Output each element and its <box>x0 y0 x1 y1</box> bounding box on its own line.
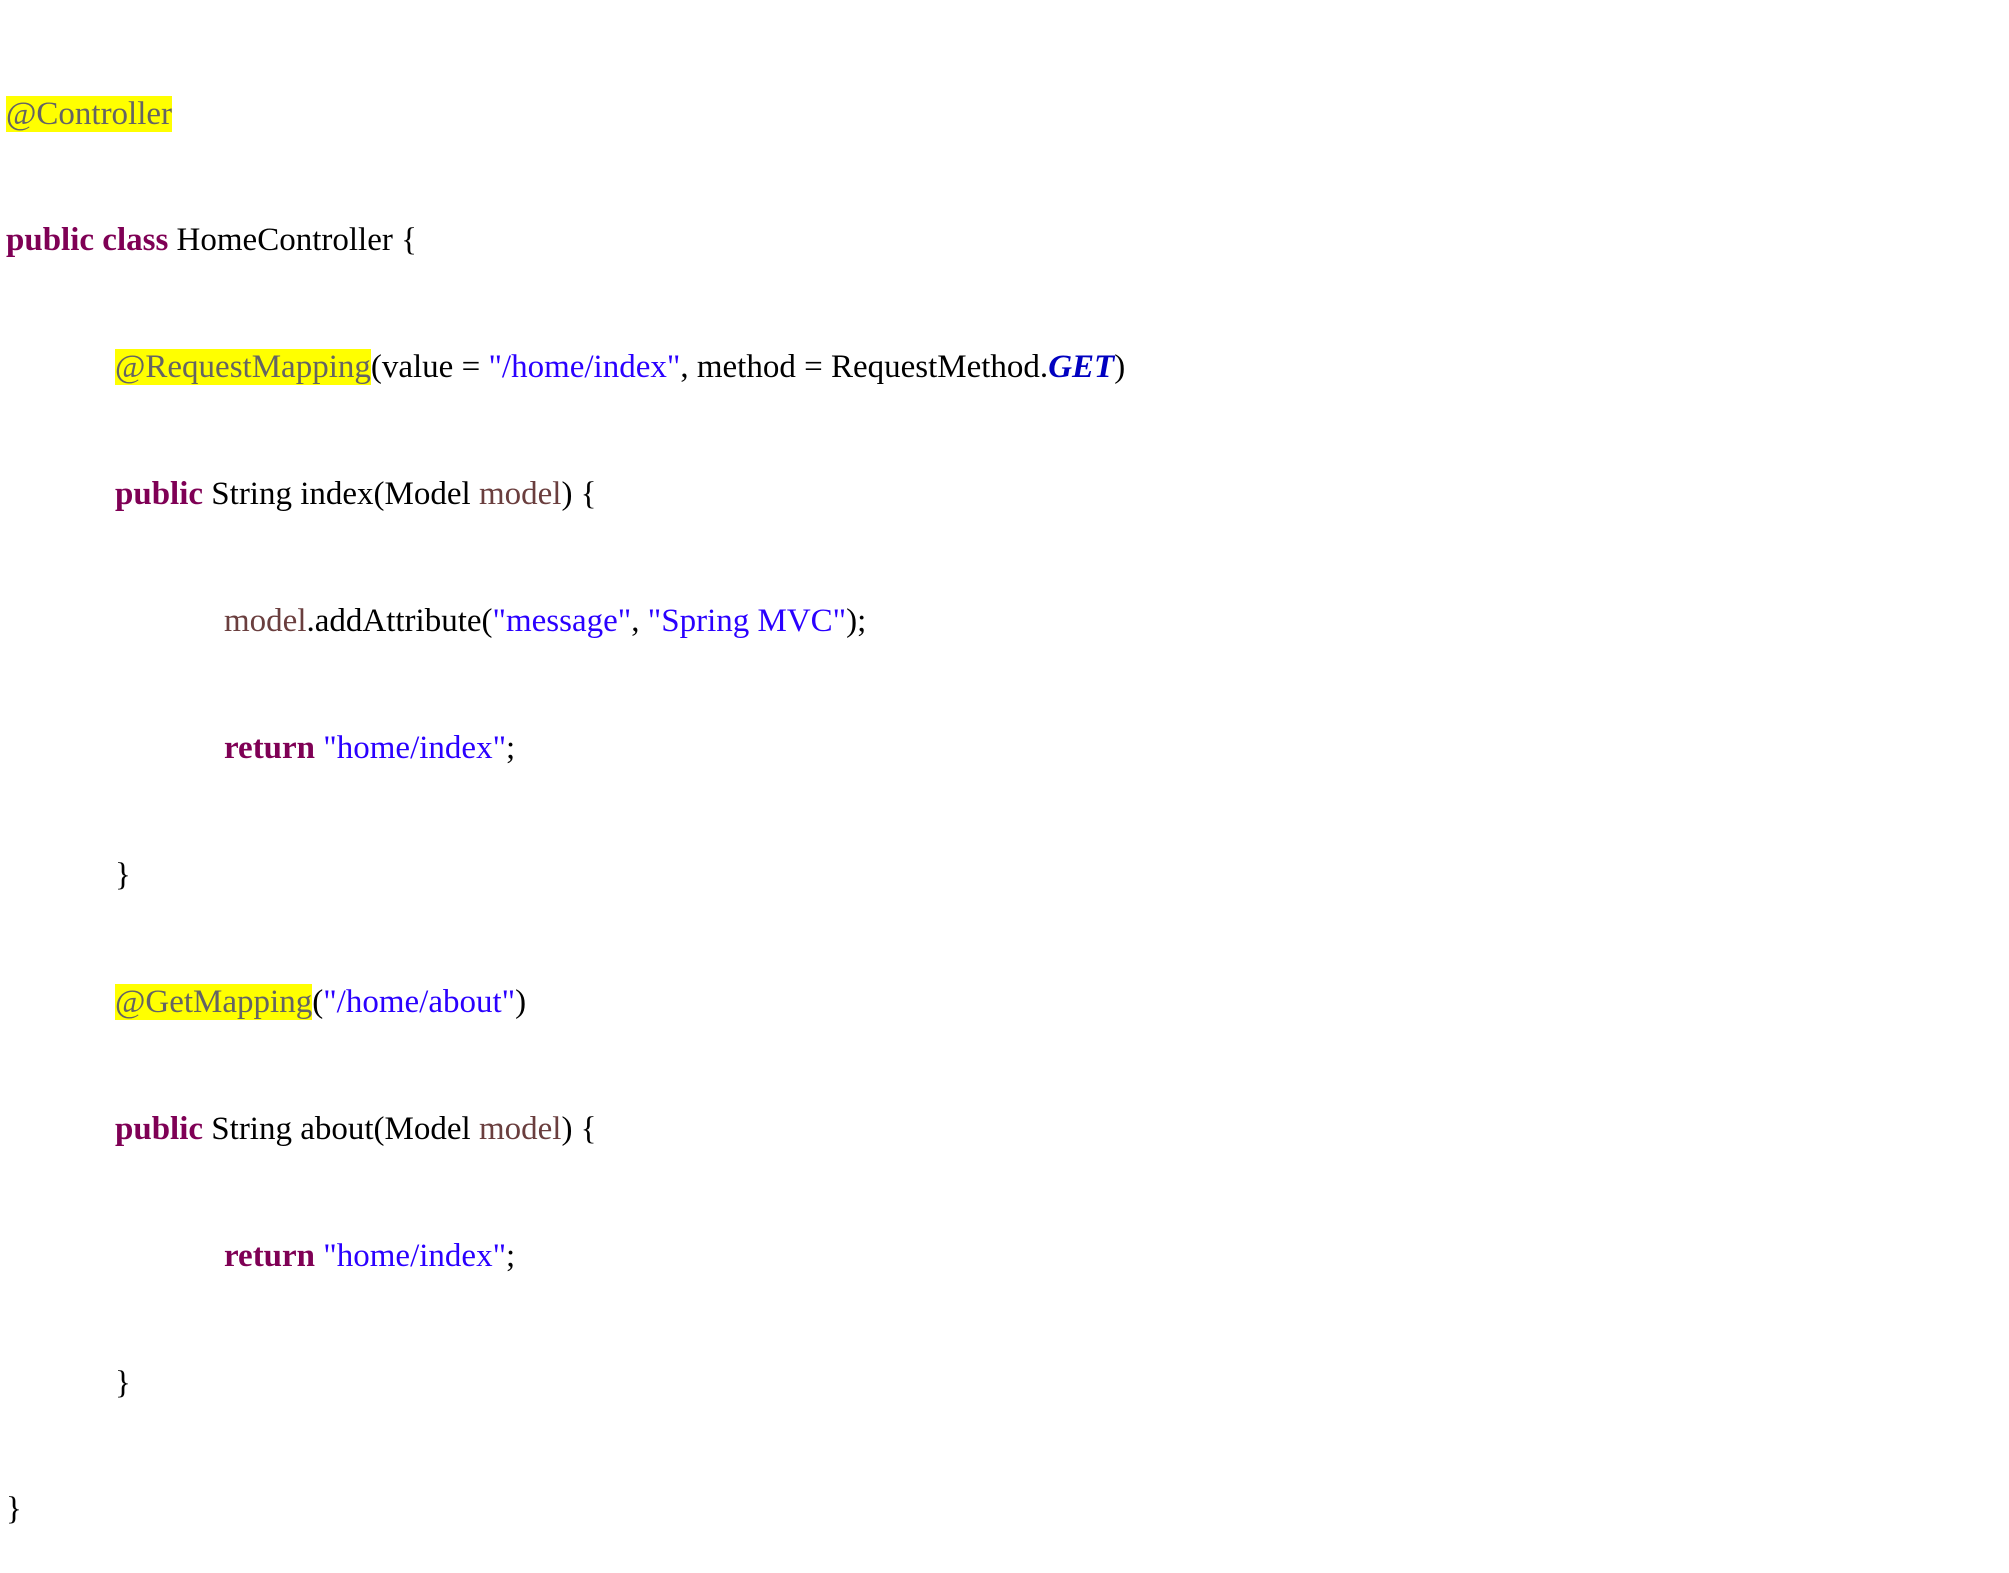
enum-constant: GET <box>1048 349 1115 386</box>
code-text: , <box>631 603 648 640</box>
string-literal: "message" <box>492 603 632 640</box>
closing-brace: } <box>6 1491 22 1528</box>
code-line-12: } <box>6 1488 1125 1530</box>
get-mapping-annotation: @GetMapping <box>115 983 313 1020</box>
code-line-5: model.addAttribute("message", "Spring MV… <box>6 600 1125 642</box>
string-literal: "home/index" <box>323 1237 507 1274</box>
variable-reference: model <box>224 603 307 640</box>
class-declaration: HomeController { <box>168 222 417 259</box>
code-line-1: @Controller <box>6 93 1125 135</box>
code-text: ) { <box>561 476 597 513</box>
keyword-public: public <box>6 222 95 259</box>
code-text: (value = <box>370 349 489 386</box>
code-text: .addAttribute( <box>306 603 493 640</box>
code-line-8: @GetMapping("/home/about") <box>6 981 1125 1023</box>
controller-annotation: @Controller <box>6 95 173 132</box>
code-line-9: public String about(Model model) { <box>6 1108 1125 1150</box>
keyword-public: public <box>115 476 204 513</box>
code-line-10: return "home/index"; <box>6 1235 1125 1277</box>
request-mapping-annotation: @RequestMapping <box>115 349 371 386</box>
code-line-3: @RequestMapping(value = "/home/index", m… <box>6 346 1125 388</box>
closing-brace: } <box>115 1364 131 1401</box>
string-literal: "home/index" <box>323 730 507 767</box>
code-line-6: return "home/index"; <box>6 727 1125 769</box>
code-text: ( <box>312 983 324 1020</box>
code-text: ) { <box>561 1110 597 1147</box>
closing-brace: } <box>115 856 131 893</box>
keyword-public: public <box>115 1110 204 1147</box>
code-text: ; <box>506 730 516 767</box>
keyword-class: class <box>102 222 169 259</box>
string-literal: "/home/about" <box>323 983 516 1020</box>
code-text: , method = RequestMethod. <box>680 349 1049 386</box>
code-text: ) <box>1114 349 1126 386</box>
method-signature: String index(Model <box>203 476 479 513</box>
parameter-name: model <box>478 476 562 513</box>
code-line-11: } <box>6 1362 1125 1404</box>
method-signature: String about(Model <box>203 1110 479 1147</box>
code-block: @Controller public class HomeController … <box>6 8 1125 1573</box>
code-text: ); <box>846 603 867 640</box>
code-text: ) <box>515 983 527 1020</box>
code-text: ; <box>506 1237 516 1274</box>
keyword-return: return <box>224 1237 316 1274</box>
keyword-return: return <box>224 730 316 767</box>
string-literal: "/home/index" <box>488 349 681 386</box>
code-line-2: public class HomeController { <box>6 219 1125 261</box>
string-literal: "Spring MVC" <box>647 603 847 640</box>
parameter-name: model <box>478 1110 562 1147</box>
code-line-4: public String index(Model model) { <box>6 473 1125 515</box>
code-line-7: } <box>6 854 1125 896</box>
